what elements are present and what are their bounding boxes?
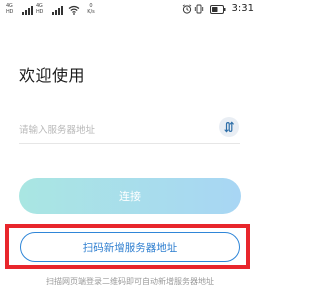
server-address-field [19, 116, 240, 144]
connect-button[interactable]: 连接 [19, 178, 241, 214]
sim2-hd-label: HD [36, 9, 44, 15]
swap-arrows-icon [224, 121, 234, 133]
wifi-icon [68, 5, 80, 15]
status-bar: 4G HD 4G HD 0 K/s 3:31 [0, 0, 260, 24]
sim1-hd-label: HD [6, 9, 14, 15]
status-bar-right: 3:31 [164, 3, 254, 18]
login-screen: 4G HD 4G HD 0 K/s 3:31 欢迎使用 请输入服务器地址 连接 … [0, 0, 260, 303]
signal-strength-icon [22, 6, 34, 15]
signal-strength-icon [52, 6, 64, 15]
sim2-tags: 4G HD [36, 3, 50, 15]
server-address-input[interactable] [19, 120, 209, 140]
status-time: 3:31 [231, 3, 254, 14]
scan-hint-text: 扫描网页端登录二维码即可自动新增服务器地址 [46, 277, 214, 286]
scan-add-server-button[interactable]: 扫码新增服务器地址 [20, 232, 240, 262]
network-speed: 0 K/s [84, 3, 98, 15]
page-title: 欢迎使用 [19, 66, 86, 85]
network-speed-unit: K/s [87, 9, 95, 15]
alarm-icon [182, 4, 192, 14]
battery-icon [210, 5, 226, 14]
switch-server-button[interactable] [219, 117, 239, 137]
vibrate-icon [194, 4, 204, 14]
sim1-tags: 4G HD [6, 3, 20, 15]
